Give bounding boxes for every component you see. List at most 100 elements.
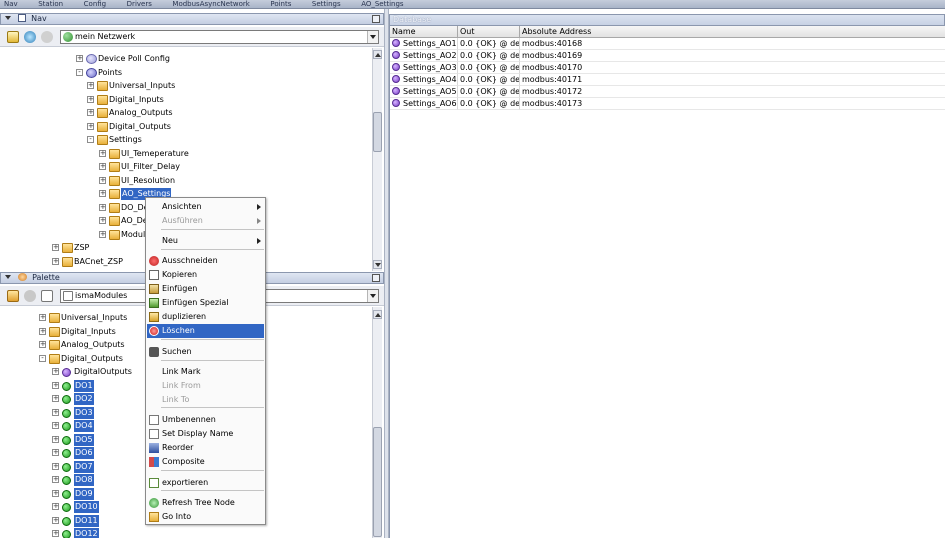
expand-toggle-icon[interactable]: + xyxy=(52,462,59,470)
palette-tree-label[interactable]: DO11 xyxy=(74,514,99,527)
scroll-thumb[interactable] xyxy=(373,112,382,152)
menu-item-link-to[interactable]: Link To xyxy=(147,393,264,407)
nav-tree-label[interactable]: UI_Temeperature xyxy=(121,148,189,160)
expand-toggle-icon[interactable]: + xyxy=(99,177,106,184)
chevron-down-icon[interactable] xyxy=(367,290,378,302)
expand-toggle-icon[interactable]: + xyxy=(52,408,59,416)
collapse-arrow-icon[interactable] xyxy=(5,275,11,279)
close-palette-icon[interactable] xyxy=(24,290,36,302)
chevron-down-icon[interactable] xyxy=(367,31,378,43)
expand-toggle-icon[interactable]: + xyxy=(52,449,59,456)
palette-tree-label[interactable]: Analog_Outputs xyxy=(61,339,125,351)
palette-tree-label[interactable]: Universal_Inputs xyxy=(61,312,127,324)
nav-tree-label[interactable]: UI_Resolution xyxy=(121,175,175,187)
menu-item-exportieren[interactable]: exportieren xyxy=(147,476,264,490)
top-tab[interactable]: ModbusAsyncNetwork xyxy=(168,1,263,8)
expand-toggle-icon[interactable]: + xyxy=(87,96,94,103)
home-icon[interactable] xyxy=(7,31,19,43)
menu-item-löschen[interactable]: Löschen xyxy=(147,324,264,338)
scroll-up-icon[interactable] xyxy=(373,310,382,319)
scroll-down-icon[interactable] xyxy=(373,260,382,269)
expand-toggle-icon[interactable]: + xyxy=(52,381,59,389)
table-row[interactable]: Settings_AO4 0.0 {OK} @ def modbus:40171 xyxy=(390,74,945,86)
menu-item-ausführen[interactable]: Ausführen xyxy=(147,214,264,228)
top-tab[interactable]: Station xyxy=(34,1,77,8)
palette-tree-label[interactable]: DO2 xyxy=(74,393,94,405)
menu-item-einfügen[interactable]: Einfügen xyxy=(147,282,264,296)
top-tab[interactable]: Settings xyxy=(308,1,355,8)
menu-item-ansichten[interactable]: Ansichten xyxy=(147,200,264,214)
palette-tree-label[interactable]: Digital_Inputs xyxy=(61,326,116,338)
expand-toggle-icon[interactable]: + xyxy=(39,314,46,321)
nav-tree-label[interactable]: Device Poll Config xyxy=(98,53,170,65)
maximize-button[interactable] xyxy=(372,15,380,23)
expand-toggle-icon[interactable]: + xyxy=(52,422,59,429)
open-palette-icon[interactable] xyxy=(7,290,19,302)
palette-tree-label[interactable]: DO12 xyxy=(74,528,99,538)
palette-scrollbar[interactable] xyxy=(372,307,382,538)
top-tab[interactable]: AO_Settings xyxy=(357,1,417,8)
expand-toggle-icon[interactable]: + xyxy=(52,503,59,510)
menu-item-suchen[interactable]: Suchen xyxy=(147,345,264,359)
palette-tree-label[interactable]: DO8 xyxy=(74,474,94,486)
table-row[interactable]: Settings_AO3 0.0 {OK} @ def modbus:40170 xyxy=(390,62,945,74)
top-tab[interactable]: Points xyxy=(266,1,305,8)
menu-item-refresh-tree-node[interactable]: Refresh Tree Node xyxy=(147,496,264,510)
expand-toggle-icon[interactable]: + xyxy=(52,368,59,375)
palette-tree-label[interactable]: DO5 xyxy=(74,433,94,446)
expand-toggle-icon[interactable]: + xyxy=(39,327,46,335)
menu-item-ausschneiden[interactable]: Ausschneiden xyxy=(147,254,264,268)
collapse-toggle-icon[interactable]: - xyxy=(87,136,94,143)
menu-item-kopieren[interactable]: Kopieren xyxy=(147,268,264,282)
menu-item-set-display-name[interactable]: Set Display Name xyxy=(147,427,264,441)
nav-scrollbar[interactable] xyxy=(372,48,382,271)
palette-tree-label[interactable]: DO10 xyxy=(74,501,99,513)
expand-toggle-icon[interactable]: + xyxy=(52,476,59,483)
menu-item-duplizieren[interactable]: duplizieren xyxy=(147,310,264,324)
scroll-thumb[interactable] xyxy=(373,427,382,537)
expand-toggle-icon[interactable]: + xyxy=(52,244,59,251)
nav-tree-label[interactable]: Analog_Outputs xyxy=(109,107,173,119)
palette-tree-label[interactable]: DO3 xyxy=(74,406,94,419)
table-row[interactable]: Settings_AO6 0.0 {OK} @ def modbus:40173 xyxy=(390,98,945,110)
expand-toggle-icon[interactable]: + xyxy=(99,190,106,197)
nav-tree-label[interactable]: Digital_Inputs xyxy=(109,94,164,106)
palette-tree-label[interactable]: DO6 xyxy=(74,447,94,459)
expand-toggle-icon[interactable]: + xyxy=(39,341,46,348)
nav-tree-label[interactable]: Digital_Outputs xyxy=(109,121,171,133)
nav-tree-label[interactable]: Universal_Inputs xyxy=(109,80,175,92)
top-tab[interactable]: Drivers xyxy=(123,1,166,8)
nav-tree-label[interactable]: AO_De xyxy=(121,215,148,227)
expand-toggle-icon[interactable]: + xyxy=(52,530,59,537)
column-header-address[interactable]: Absolute Address xyxy=(520,26,945,38)
menu-item-einfügen-spezial[interactable]: Einfügen Spezial xyxy=(147,296,264,310)
scroll-up-icon[interactable] xyxy=(373,50,382,59)
expand-toggle-icon[interactable]: + xyxy=(99,204,106,211)
collapse-toggle-icon[interactable]: - xyxy=(39,354,46,362)
expand-toggle-icon[interactable]: + xyxy=(76,55,83,62)
menu-item-umbenennen[interactable]: Umbenennen xyxy=(147,413,264,427)
maximize-button[interactable] xyxy=(372,274,380,282)
nav-tree-label[interactable]: Points xyxy=(98,67,122,79)
palette-tree-label[interactable]: DO1 xyxy=(74,379,94,392)
expand-toggle-icon[interactable]: + xyxy=(99,150,106,157)
palette-tree-label[interactable]: Digital_Outputs xyxy=(61,353,123,365)
expand-toggle-icon[interactable]: + xyxy=(99,217,106,224)
nav-tree-label[interactable]: BACnet_ZSP xyxy=(74,256,123,268)
collapse-toggle-icon[interactable]: - xyxy=(76,69,83,76)
menu-item-neu[interactable]: Neu xyxy=(147,234,264,248)
expand-toggle-icon[interactable]: + xyxy=(87,123,94,130)
expand-toggle-icon[interactable]: + xyxy=(52,395,59,402)
table-row[interactable]: Settings_AO1 0.0 {OK} @ def modbus:40168 xyxy=(390,38,945,50)
menu-item-reorder[interactable]: Reorder xyxy=(147,441,264,455)
menu-item-link-from[interactable]: Link From xyxy=(147,379,264,393)
expand-toggle-icon[interactable]: + xyxy=(52,258,59,265)
menu-item-go-into[interactable]: Go Into xyxy=(147,510,264,524)
column-header-out[interactable]: Out xyxy=(458,26,520,38)
top-tab[interactable]: Config xyxy=(80,1,120,8)
close-icon[interactable] xyxy=(41,31,53,43)
collapse-arrow-icon[interactable] xyxy=(5,16,11,20)
menu-item-link-mark[interactable]: Link Mark xyxy=(147,365,264,379)
nav-tree-label[interactable]: Settings xyxy=(109,134,142,146)
expand-toggle-icon[interactable]: + xyxy=(52,435,59,443)
